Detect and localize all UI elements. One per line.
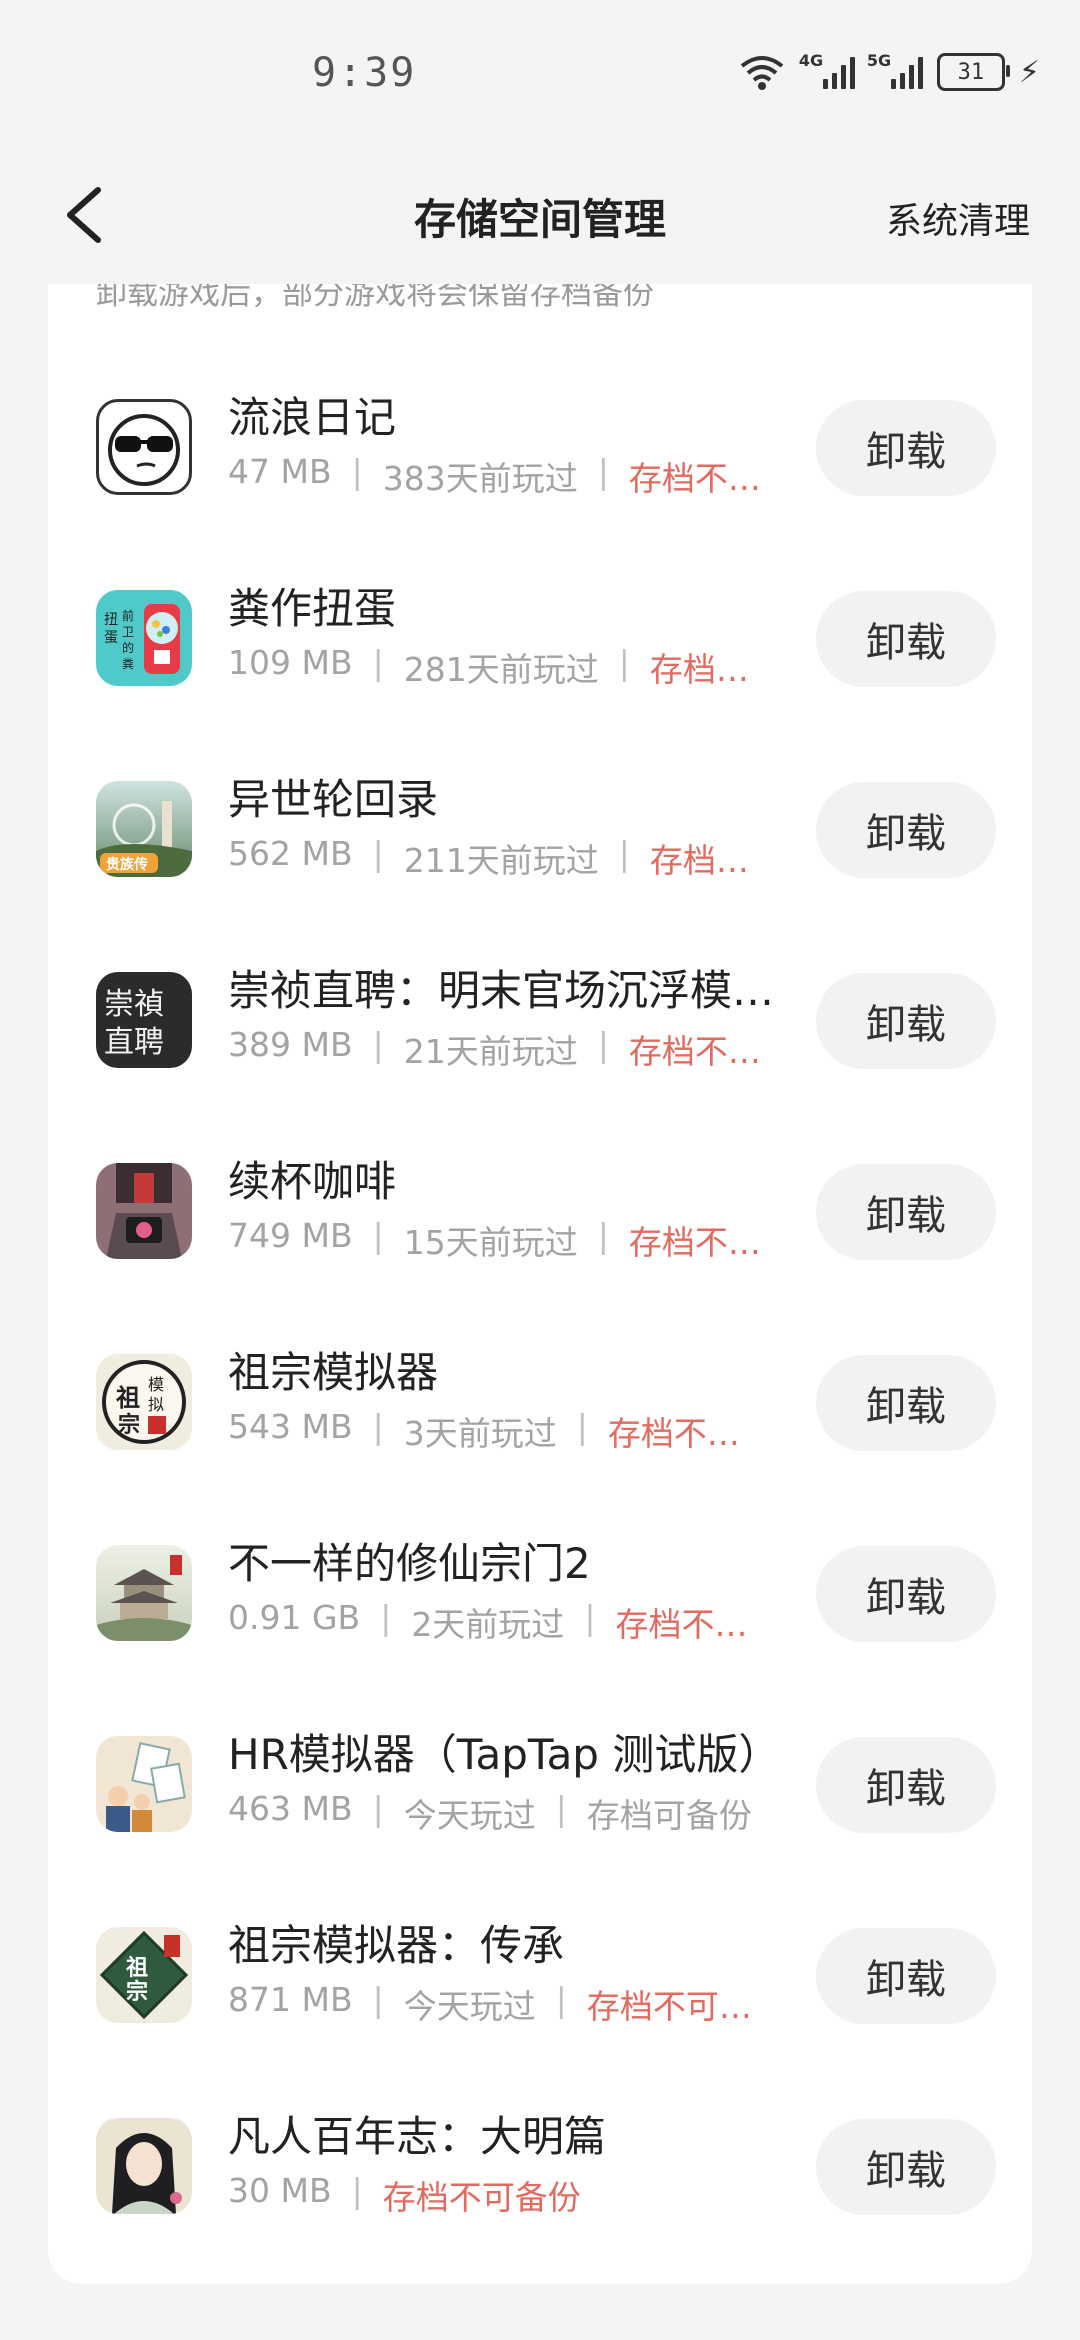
- nav-bar: 存储空间管理 系统清理: [0, 170, 1080, 260]
- game-list-card: 卸载游戏后，部分游戏将会保留存档备份 流浪日记 47 MB | 383天前玩过 | …: [48, 284, 1032, 2284]
- app-icon-landscape-tower: 贵族传: [96, 781, 192, 877]
- uninstall-button[interactable]: 卸载: [816, 1546, 996, 1642]
- cell-signal-5g-icon: 5G: [867, 51, 923, 89]
- app-name: HR模拟器（TapTap 测试版）: [228, 1730, 781, 1779]
- svg-text:宗: 宗: [118, 1412, 140, 1438]
- svg-text:蛋: 蛋: [104, 630, 118, 646]
- cell-signal-icon: 4G: [799, 51, 855, 89]
- app-name: 流浪日记: [228, 393, 397, 442]
- app-meta: 562 MB | 211天前玩过 | 存档…: [228, 834, 749, 880]
- uninstall-button[interactable]: 卸载: [816, 1737, 996, 1833]
- uninstall-button[interactable]: 卸载: [816, 782, 996, 878]
- uninstall-button[interactable]: 卸载: [816, 973, 996, 1069]
- app-meta: 463 MB | 今天玩过 | 存档可备份: [228, 1789, 752, 1835]
- app-icon-coffee-character: [96, 1163, 192, 1259]
- svg-text:拟: 拟: [148, 1395, 164, 1414]
- app-icon-ancestor-seal: 祖 宗 模 拟: [96, 1354, 192, 1450]
- wifi-icon: [740, 56, 784, 90]
- svg-text:粪: 粪: [122, 657, 134, 671]
- svg-text:直聘: 直聘: [104, 1025, 164, 1060]
- uninstall-button[interactable]: 卸载: [816, 1355, 996, 1451]
- app-meta: 47 MB | 383天前玩过 | 存档不…: [228, 452, 761, 498]
- list-item[interactable]: 凡人百年志：大明篇 30 MB | 存档不可备份 卸载: [48, 2073, 1032, 2263]
- app-meta: 0.91 GB | 2天前玩过 | 存档不…: [228, 1598, 748, 1644]
- uninstall-button[interactable]: 卸载: [816, 591, 996, 687]
- svg-text:宗: 宗: [126, 1979, 148, 2005]
- app-name: 祖宗模拟器: [228, 1348, 439, 1397]
- status-icons: 4G 5G 31 ⚡: [737, 51, 1040, 92]
- app-icon-office-illustration: [96, 1736, 192, 1832]
- list-item[interactable]: 贵族传 异世轮回录 562 MB | 211天前玩过 | 存档… 卸载: [48, 736, 1032, 926]
- app-name: 凡人百年志：大明篇: [228, 2112, 607, 2161]
- app-meta: 871 MB | 今天玩过 | 存档不可…: [228, 1980, 752, 2026]
- app-icon-sunglasses-face: [96, 399, 192, 495]
- list-item[interactable]: 流浪日记 47 MB | 383天前玩过 | 存档不… 卸载: [48, 354, 1032, 544]
- app-icon-pagoda: [96, 1545, 192, 1641]
- app-name: 粪作扭蛋: [228, 584, 397, 633]
- app-name: 不一样的修仙宗门2: [228, 1539, 591, 1588]
- charging-icon: ⚡: [1018, 54, 1040, 90]
- svg-text:模: 模: [148, 1375, 164, 1394]
- app-icon-ancestor-diamond: 祖 宗: [96, 1927, 192, 2023]
- uninstall-button[interactable]: 卸载: [816, 400, 996, 496]
- uninstall-button[interactable]: 卸载: [816, 2119, 996, 2215]
- app-meta: 109 MB | 281天前玩过 | 存档…: [228, 643, 749, 689]
- uninstall-button[interactable]: 卸载: [816, 1164, 996, 1260]
- status-time: 9:39: [312, 50, 417, 96]
- status-bar: 9:39 4G 5G 31 ⚡: [0, 0, 1080, 150]
- app-name: 续杯咖啡: [228, 1157, 397, 1206]
- list-item[interactable]: 祖 宗 模 拟 祖宗模拟器 543 MB | 3天前玩过 | 存档不… 卸载: [48, 1309, 1032, 1499]
- list-item[interactable]: 祖 宗 祖宗模拟器：传承 871 MB | 今天玩过 | 存档不可… 卸载: [48, 1882, 1032, 2072]
- svg-text:崇禎: 崇禎: [104, 987, 164, 1022]
- uninstall-button[interactable]: 卸载: [816, 1928, 996, 2024]
- list-item[interactable]: HR模拟器（TapTap 测试版） 463 MB | 今天玩过 | 存档可备份 卸载: [48, 1691, 1032, 1881]
- app-icon-calligraphy: 崇禎 直聘: [96, 972, 192, 1068]
- app-name: 崇祯直聘：明末官场沉浮模…: [228, 966, 775, 1015]
- svg-text:卫: 卫: [122, 625, 134, 639]
- list-item[interactable]: 扭 蛋 前 卫 的 粪 粪作扭蛋 109 MB | 281天前玩过 | 存档… 卸载: [48, 545, 1032, 735]
- app-meta: 543 MB | 3天前玩过 | 存档不…: [228, 1407, 740, 1453]
- hint-text: 卸载游戏后，部分游戏将会保留存档备份: [96, 284, 654, 312]
- app-meta: 389 MB | 21天前玩过 | 存档不…: [228, 1025, 761, 1071]
- app-name: 祖宗模拟器：传承: [228, 1921, 565, 1970]
- app-meta: 749 MB | 15天前玩过 | 存档不…: [228, 1216, 761, 1262]
- app-icon-portrait-lady: [96, 2118, 192, 2214]
- list-item[interactable]: 崇禎 直聘 崇祯直聘：明末官场沉浮模… 389 MB | 21天前玩过 | 存档不……: [48, 927, 1032, 1117]
- list-item[interactable]: 续杯咖啡 749 MB | 15天前玩过 | 存档不… 卸载: [48, 1118, 1032, 1308]
- app-icon-gacha-machine: 扭 蛋 前 卫 的 粪: [96, 590, 192, 686]
- svg-text:祖: 祖: [126, 1955, 148, 1981]
- app-meta: 30 MB | 存档不可备份: [228, 2171, 581, 2217]
- app-name: 异世轮回录: [228, 775, 439, 824]
- svg-text:的: 的: [122, 640, 134, 655]
- list-item[interactable]: 不一样的修仙宗门2 0.91 GB | 2天前玩过 | 存档不… 卸载: [48, 1500, 1032, 1690]
- battery-icon: 31: [936, 53, 1010, 91]
- svg-text:扭: 扭: [104, 612, 118, 628]
- svg-text:前: 前: [122, 608, 134, 623]
- svg-text:贵族传: 贵族传: [106, 856, 148, 873]
- svg-text:祖: 祖: [116, 1383, 140, 1412]
- system-clean-button[interactable]: 系统清理: [886, 192, 1030, 244]
